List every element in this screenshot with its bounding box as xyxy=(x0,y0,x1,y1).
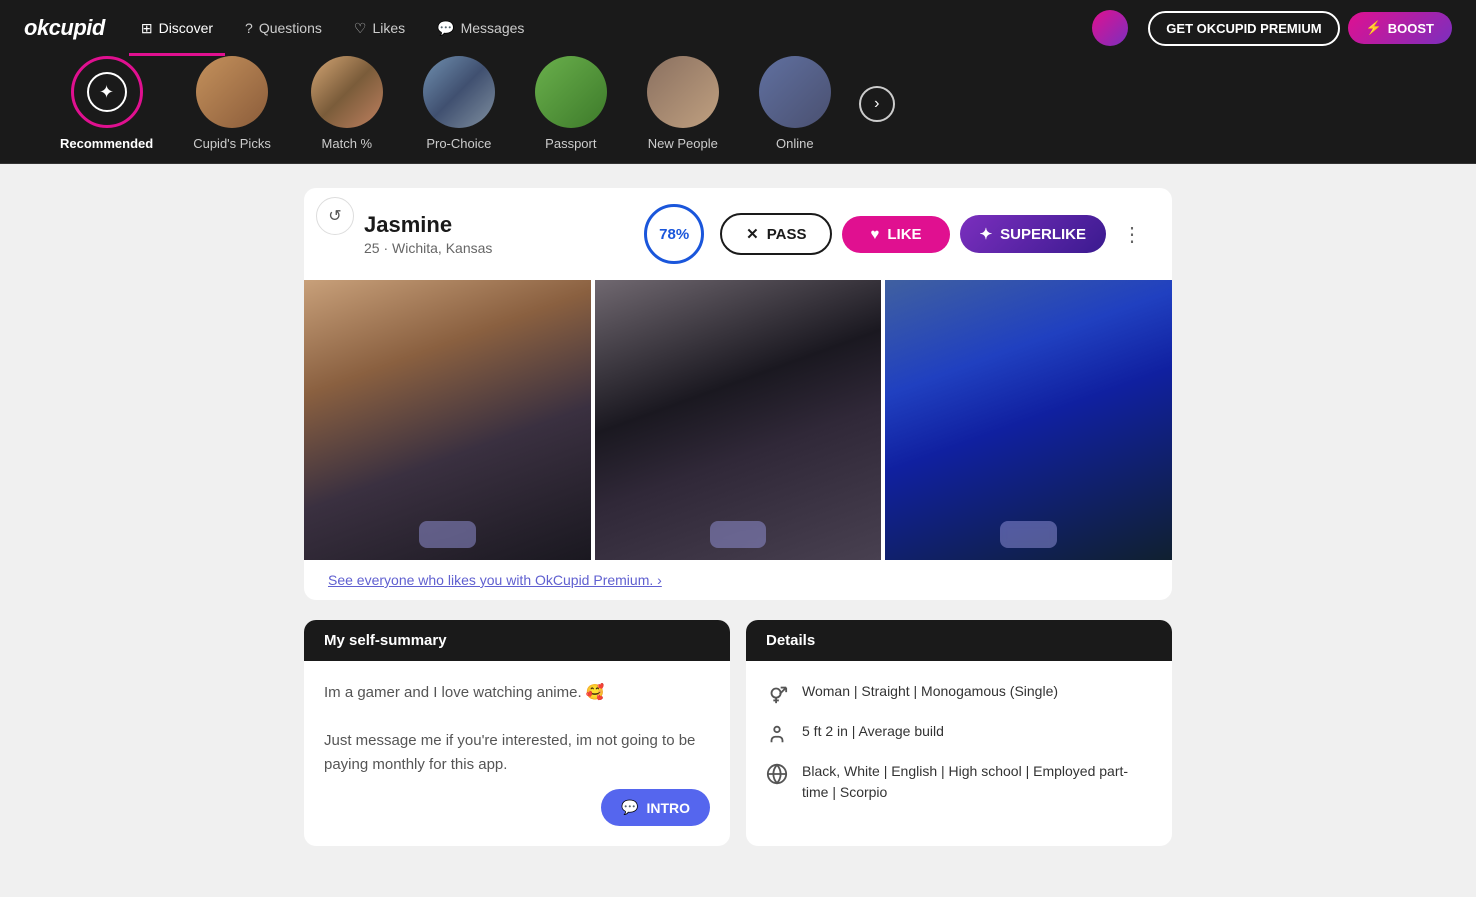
questions-icon: ? xyxy=(245,20,253,36)
category-thumb-online xyxy=(759,56,831,128)
details-header: Details xyxy=(746,620,1172,661)
detail-height-text: 5 ft 2 in | Average build xyxy=(802,721,944,742)
category-match[interactable]: Match % xyxy=(291,56,403,151)
category-thumb-recommended: ✦ xyxy=(71,56,143,128)
likes-icon: ♡ xyxy=(354,20,367,37)
main-content: ↺ Jasmine 25 · Wichita, Kansas 78% ✕ PAS… xyxy=(288,188,1188,846)
profile-age-location: 25 · Wichita, Kansas xyxy=(364,240,628,256)
category-pro-choice[interactable]: Pro-Choice xyxy=(403,56,515,151)
profile-header: Jasmine 25 · Wichita, Kansas 78% ✕ PASS … xyxy=(304,188,1172,280)
premium-button[interactable]: GET OKCUPID PREMIUM xyxy=(1148,11,1339,46)
messages-icon: 💬 xyxy=(437,20,454,37)
profile-card: ↺ Jasmine 25 · Wichita, Kansas 78% ✕ PAS… xyxy=(304,188,1172,600)
self-summary-card: My self-summary Im a gamer and I love wa… xyxy=(304,620,730,846)
detail-ethnicity-text: Black, White | English | High school | E… xyxy=(802,761,1152,803)
details-card: Details Woman | Straight | Monogamo xyxy=(746,620,1172,846)
action-buttons: ✕ PASS ♥ LIKE ✦ SUPERLIKE ⋮ xyxy=(720,213,1148,255)
discover-icon: ⊞ xyxy=(141,20,153,37)
detail-gender-text: Woman | Straight | Monogamous (Single) xyxy=(802,681,1058,702)
category-next-button[interactable]: › xyxy=(859,86,895,122)
boost-icon: ⚡ xyxy=(1366,20,1382,36)
profile-name-section: Jasmine 25 · Wichita, Kansas xyxy=(364,212,628,256)
photo-tag-3 xyxy=(1000,521,1057,548)
gender-icon xyxy=(766,683,788,705)
like-button[interactable]: ♥ LIKE xyxy=(842,216,949,253)
pass-button[interactable]: ✕ PASS xyxy=(720,213,832,255)
premium-link[interactable]: See everyone who likes you with OkCupid … xyxy=(304,560,1172,600)
more-options-button[interactable]: ⋮ xyxy=(1116,218,1148,250)
details-body: Woman | Straight | Monogamous (Single) 5… xyxy=(746,661,1172,839)
superlike-button[interactable]: ✦ SUPERLIKE xyxy=(960,215,1106,253)
category-cupids-picks[interactable]: Cupid's Picks xyxy=(173,56,291,151)
category-thumb-cupids xyxy=(196,56,268,128)
photo-tag-2 xyxy=(710,521,767,548)
category-thumb-pro-choice xyxy=(423,56,495,128)
self-summary-header: My self-summary xyxy=(304,620,730,661)
match-percent-badge: 78% xyxy=(644,204,704,264)
photo-tag-1 xyxy=(419,521,476,548)
like-heart-icon: ♥ xyxy=(870,226,879,243)
photos-grid xyxy=(304,280,1172,560)
superlike-icon: ✦ xyxy=(980,225,993,243)
globe-icon xyxy=(766,763,788,785)
nav-likes[interactable]: ♡ Likes xyxy=(342,0,417,56)
app-logo: okcupid xyxy=(24,15,105,41)
x-icon: ✕ xyxy=(746,225,759,243)
profile-name: Jasmine xyxy=(364,212,628,238)
category-passport[interactable]: Passport xyxy=(515,56,627,151)
boost-button[interactable]: ⚡ BOOST xyxy=(1348,12,1452,44)
detail-row-ethnicity: Black, White | English | High school | E… xyxy=(766,761,1152,803)
detail-row-height: 5 ft 2 in | Average build xyxy=(766,721,1152,745)
photo-1[interactable] xyxy=(304,280,591,560)
user-avatar[interactable] xyxy=(1092,10,1128,46)
intro-button[interactable]: 💬 INTRO xyxy=(601,789,710,826)
sections-row: My self-summary Im a gamer and I love wa… xyxy=(304,620,1172,846)
nav-discover[interactable]: ⊞ Discover xyxy=(129,0,225,56)
category-new-people[interactable]: New People xyxy=(627,56,739,151)
photo-3[interactable] xyxy=(885,280,1172,560)
nav-questions[interactable]: ? Questions xyxy=(233,0,334,56)
height-icon xyxy=(766,723,788,745)
self-summary-body: Im a gamer and I love watching anime. 🥰 … xyxy=(304,661,730,846)
category-thumb-passport xyxy=(535,56,607,128)
self-summary-text: Im a gamer and I love watching anime. 🥰 … xyxy=(324,681,710,777)
undo-button[interactable]: ↺ xyxy=(316,197,354,235)
message-icon: 💬 xyxy=(621,799,638,816)
category-bar: ✦ Recommended Cupid's Picks Match % Pro-… xyxy=(0,56,1476,164)
heart-sparkle-icon: ✦ xyxy=(87,72,127,112)
nav-messages[interactable]: 💬 Messages xyxy=(425,0,536,56)
category-thumb-new-people xyxy=(647,56,719,128)
photo-2[interactable] xyxy=(595,280,882,560)
category-recommended[interactable]: ✦ Recommended xyxy=(40,56,173,151)
category-thumb-match xyxy=(311,56,383,128)
navbar: okcupid ⊞ Discover ? Questions ♡ Likes 💬… xyxy=(0,0,1476,56)
category-online[interactable]: Online xyxy=(739,56,851,151)
detail-row-gender: Woman | Straight | Monogamous (Single) xyxy=(766,681,1152,705)
